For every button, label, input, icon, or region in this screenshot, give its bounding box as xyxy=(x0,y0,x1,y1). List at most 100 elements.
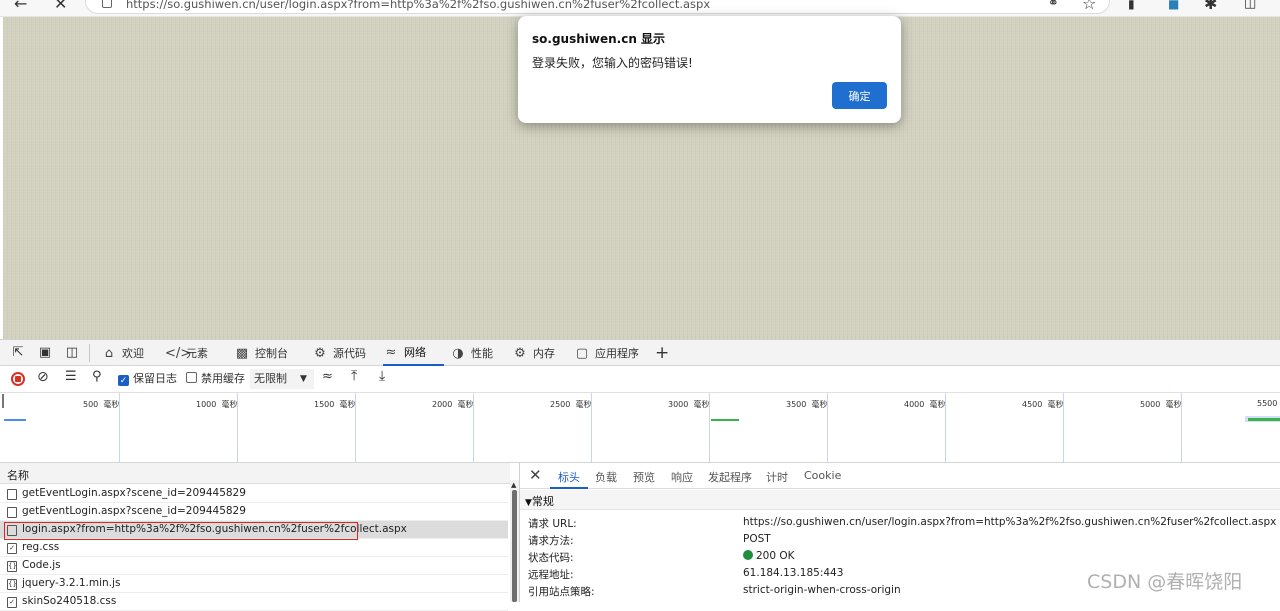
timeline-tick-label: 1500 毫秒 xyxy=(314,400,356,409)
back-arrow-icon[interactable]: ← xyxy=(14,0,27,14)
request-name: getEventLogin.aspx?scene_id=209445829 xyxy=(22,505,246,517)
address-bar[interactable]: https://so.gushiwen.cn/user/login.aspx?f… xyxy=(85,0,1110,14)
request-list-scrollbar[interactable] xyxy=(510,480,519,602)
timeline-tick-label: 1000 毫秒 xyxy=(196,400,238,409)
tab-initiator[interactable]: 发起程序 xyxy=(708,469,752,485)
chevron-down-icon: ▼ xyxy=(300,374,307,384)
bug-icon: ⚙ xyxy=(314,345,326,361)
memory-icon: ⚙ xyxy=(514,345,526,361)
tab-network[interactable]: ≈ 网络 xyxy=(383,340,444,366)
tab-timing[interactable]: 计时 xyxy=(766,469,788,485)
favorite-star-icon[interactable]: ☆ xyxy=(1082,0,1096,14)
preserve-log-label: 保留日志 xyxy=(133,372,177,385)
triangle-down-icon: ▼ xyxy=(525,498,532,508)
page-info-icon[interactable] xyxy=(102,0,112,8)
request-name: jquery-3.2.1.min.js xyxy=(22,577,121,589)
add-tab-button[interactable]: + xyxy=(655,340,669,366)
plus-icon: + xyxy=(655,343,670,363)
tab-label: 性能 xyxy=(471,347,493,360)
field-label-request-url: 请求 URL: xyxy=(528,518,577,530)
tab-label: 应用程序 xyxy=(595,347,639,360)
clear-icon[interactable]: ⊘ xyxy=(37,369,49,385)
field-value-referrer-policy: strict-origin-when-cross-origin xyxy=(743,584,901,596)
tab-console[interactable]: ▩ 控制台 xyxy=(234,340,288,366)
request-row[interactable]: {} Code.js xyxy=(0,557,508,575)
search-icon[interactable]: ⚲ xyxy=(92,369,102,385)
wifi-icon: ≈ xyxy=(385,344,397,360)
tab-response[interactable]: 响应 xyxy=(671,469,693,485)
tab-performance[interactable]: ◑ 性能 xyxy=(450,340,493,366)
tab-sources[interactable]: ⚙ 源代码 xyxy=(312,340,366,366)
general-section-header[interactable]: ▼常规 xyxy=(520,490,1280,510)
request-row[interactable]: ✓ reg.css xyxy=(0,539,508,557)
tab-memory[interactable]: ⚙ 内存 xyxy=(512,340,555,366)
record-stop-icon[interactable] xyxy=(11,372,25,386)
inspect-element-icon[interactable]: ⇱ xyxy=(10,345,26,361)
active-tab-indicator xyxy=(550,487,588,489)
extension-icon[interactable]: ■ xyxy=(1168,0,1179,14)
timeline-tick-label: 5500 xyxy=(1257,399,1278,408)
tab-label: 源代码 xyxy=(333,347,366,360)
timeline-tick-label: 2500 毫秒 xyxy=(550,400,592,409)
timeline-request-bar xyxy=(711,419,739,421)
import-har-icon[interactable]: ⤒ xyxy=(351,368,357,384)
tab-application[interactable]: ▢ 应用程序 xyxy=(574,340,639,366)
console-icon: ▩ xyxy=(235,345,249,361)
selection-highlight-box xyxy=(4,522,358,540)
script-icon: {} xyxy=(7,579,17,590)
device-emulation-icon[interactable]: ▣ xyxy=(37,345,53,361)
throttle-select[interactable]: 无限制 ▼ xyxy=(250,369,314,389)
stylesheet-icon: ✓ xyxy=(7,543,17,554)
timeline-request-bar xyxy=(1248,418,1280,421)
script-icon: {} xyxy=(7,561,17,572)
scrollbar-thumb[interactable] xyxy=(512,490,517,602)
timeline-tick-label: 500 毫秒 xyxy=(83,400,120,409)
checkbox-unchecked-icon xyxy=(186,372,197,383)
export-har-icon[interactable]: ⤓ xyxy=(379,368,385,384)
network-toolbar: ⊘ ☰ ⚲ ✓ 保留日志 禁用缓存 无限制 ▼ ≈ ⤒ ⤓ xyxy=(0,366,1280,393)
status-text: 200 OK xyxy=(756,550,795,562)
request-row[interactable]: getEventLogin.aspx?scene_id=209445829 xyxy=(0,485,508,503)
disable-cache-checkbox[interactable]: 禁用缓存 xyxy=(186,371,245,387)
toolbar-divider xyxy=(89,344,90,362)
request-name-column-header[interactable]: 名称 xyxy=(0,463,510,484)
field-value-status: 200 OK xyxy=(743,550,795,562)
alert-dialog: so.gushiwen.cn 显示 登录失败，您输入的密码错误! 确定 xyxy=(518,16,901,123)
tab-elements[interactable]: </> 元素 xyxy=(165,340,208,366)
tab-label: 内存 xyxy=(533,347,555,360)
collections-icon[interactable]: ▮ xyxy=(1128,0,1135,14)
disable-cache-label: 禁用缓存 xyxy=(201,372,245,385)
request-name: getEventLogin.aspx?scene_id=209445829 xyxy=(22,487,246,499)
dialog-title: so.gushiwen.cn 显示 xyxy=(532,32,666,46)
field-label-status: 状态代码: xyxy=(528,552,574,564)
tab-payload[interactable]: 负载 xyxy=(595,469,617,485)
tab-headers[interactable]: 标头 xyxy=(558,469,580,485)
tab-welcome[interactable]: ⌂ 欢迎 xyxy=(101,340,144,366)
split-screen-icon[interactable]: ◫ xyxy=(1244,0,1256,14)
request-name: reg.css xyxy=(22,541,60,553)
network-conditions-icon[interactable]: ≈ xyxy=(322,369,333,385)
close-detail-icon[interactable]: ✕ xyxy=(529,466,542,484)
key-icon[interactable]: ⚭ xyxy=(1048,0,1059,14)
request-list: 名称 getEventLogin.aspx?scene_id=209445829… xyxy=(0,463,520,611)
tab-label: 控制台 xyxy=(255,347,288,360)
dock-side-icon[interactable]: ◫ xyxy=(64,345,80,361)
field-value-method: POST xyxy=(743,533,771,545)
field-label-method: 请求方法: xyxy=(528,535,574,547)
network-timeline[interactable]: 500 毫秒 1000 毫秒 1500 毫秒 2000 毫秒 2500 毫秒 3… xyxy=(0,393,1280,463)
filter-icon[interactable]: ☰ xyxy=(65,369,77,385)
tab-cookies[interactable]: Cookie xyxy=(804,469,841,482)
scroll-up-arrow-icon[interactable]: ▲ xyxy=(511,481,516,489)
preserve-log-checkbox[interactable]: ✓ 保留日志 xyxy=(118,371,177,387)
section-title: 常规 xyxy=(531,495,554,508)
dialog-message: 登录失败，您输入的密码错误! xyxy=(532,56,693,70)
tab-preview[interactable]: 预览 xyxy=(633,469,655,485)
field-label-remote-address: 远程地址: xyxy=(528,569,574,581)
request-row[interactable]: ✓ skinSo240518.css xyxy=(0,593,508,611)
request-row[interactable]: getEventLogin.aspx?scene_id=209445829 xyxy=(0,503,508,521)
puzzle-icon[interactable]: ✱ xyxy=(1204,0,1217,14)
dialog-ok-button[interactable]: 确定 xyxy=(832,82,887,109)
close-icon[interactable]: ✕ xyxy=(54,0,67,14)
timeline-tick-label: 3500 毫秒 xyxy=(786,400,828,409)
request-row[interactable]: {} jquery-3.2.1.min.js xyxy=(0,575,508,593)
